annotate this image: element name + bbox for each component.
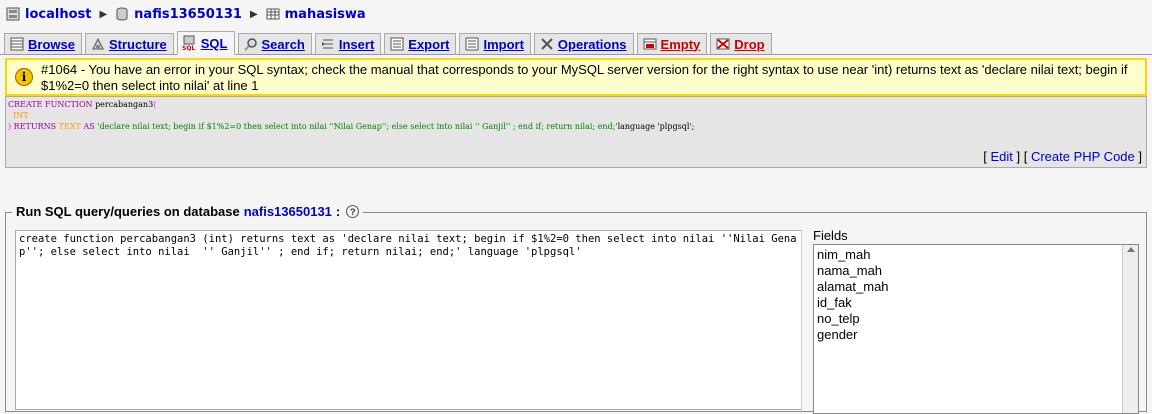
tab-drop-label: Drop (734, 36, 765, 52)
fields-label: Fields (813, 228, 848, 243)
svg-text:SQL: SQL (182, 45, 195, 51)
warning-icon: i (15, 68, 33, 86)
scroll-up-icon[interactable] (1127, 247, 1135, 252)
sql-type: INT (13, 111, 29, 120)
export-icon (389, 36, 405, 52)
error-text: #1064 - You have an error in your SQL sy… (41, 62, 1128, 93)
fields-listbox[interactable]: nim_mah nama_mah alamat_mah id_fak no_te… (813, 244, 1139, 414)
sql-code: CREATE FUNCTION percabangan3( INT ) RETU… (6, 97, 1146, 134)
tab-operations[interactable]: Operations (533, 33, 634, 55)
field-item[interactable]: id_fak (817, 295, 1135, 311)
field-item[interactable]: alamat_mah (817, 279, 1135, 295)
breadcrumb-table-label: mahasiswa (284, 6, 366, 22)
tab-structure-label: Structure (108, 36, 167, 52)
tab-browse-label: Browse (28, 36, 75, 52)
import-icon (464, 36, 480, 52)
tab-structure[interactable]: Structure (84, 33, 174, 55)
tab-bar: Browse Structure SQL SQL Search Insert E… (4, 31, 772, 55)
sql-rest: language 'plpgsql'; (617, 122, 695, 131)
help-icon[interactable]: ? (346, 205, 360, 218)
sql-icon: SQL (182, 35, 198, 51)
database-icon (115, 7, 129, 21)
insert-icon (320, 36, 336, 52)
tab-search-label: Search (261, 36, 305, 52)
field-item[interactable]: gender (817, 327, 1135, 343)
empty-icon (642, 36, 658, 52)
field-item[interactable]: nama_mah (817, 263, 1135, 279)
tab-browse[interactable]: Browse (4, 33, 82, 55)
sql-keyword: CREATE FUNCTION (8, 100, 93, 109)
sql-paren: ( (153, 100, 157, 109)
structure-icon (90, 36, 106, 52)
legend-text: Run SQL query/queries on database (16, 204, 240, 219)
tab-export-label: Export (408, 36, 450, 52)
sql-type: TEXT (58, 122, 81, 131)
legend-database: nafis13650131 (243, 204, 332, 219)
tab-import[interactable]: Import (459, 33, 531, 55)
chevron-right-icon: ▶ (249, 8, 258, 20)
tab-empty[interactable]: Empty (636, 33, 708, 55)
drop-icon (715, 36, 731, 52)
sql-function-name: percabangan3 (95, 100, 154, 109)
breadcrumb-server[interactable]: localhost (6, 7, 91, 22)
breadcrumb-database-label: nafis13650131 (134, 6, 242, 22)
breadcrumb-table[interactable]: mahasiswa (266, 7, 366, 22)
operations-icon (539, 36, 555, 52)
tab-import-label: Import (483, 36, 524, 52)
breadcrumb: localhost ▶ nafis13650131 ▶ mahasiswa (6, 4, 366, 24)
tab-drop[interactable]: Drop (710, 33, 772, 55)
fields-scrollbar[interactable] (1122, 245, 1138, 413)
panel-legend: Run SQL query/queries on database nafis1… (12, 204, 364, 219)
edit-link[interactable]: Edit (990, 149, 1012, 164)
table-icon (266, 7, 280, 21)
sql-keyword: RETURNS (13, 122, 57, 131)
tab-export[interactable]: Export (384, 33, 457, 55)
error-message: i #1064 - You have an error in your SQL … (5, 58, 1147, 96)
tab-operations-label: Operations (557, 36, 627, 52)
tab-search[interactable]: Search (237, 33, 312, 55)
tab-insert-label: Insert (338, 36, 375, 52)
sql-string: 'declare nilai text; begin if $1%2=0 the… (97, 122, 618, 131)
sql-query-panel: Run SQL query/queries on database nafis1… (5, 204, 1147, 414)
tab-empty-label: Empty (660, 36, 701, 52)
sql-query-display: CREATE FUNCTION percabangan3( INT ) RETU… (5, 96, 1147, 168)
tab-sql-label: SQL (200, 35, 228, 51)
legend-colon: : (335, 204, 341, 219)
breadcrumb-database[interactable]: nafis13650131 (115, 7, 242, 22)
chevron-right-icon: ▶ (99, 8, 108, 20)
server-icon (6, 7, 20, 21)
field-item[interactable]: no_telp (817, 311, 1135, 327)
search-icon (243, 36, 259, 52)
sql-paren: ) (8, 122, 12, 131)
tab-sql[interactable]: SQL SQL (176, 31, 235, 55)
sql-keyword: AS (83, 122, 95, 131)
sql-links: [ Edit ] [ Create PHP Code ] (983, 149, 1142, 164)
breadcrumb-server-label: localhost (25, 6, 92, 22)
create-php-code-link[interactable]: Create PHP Code (1031, 149, 1135, 164)
tab-insert[interactable]: Insert (314, 33, 382, 55)
browse-icon (9, 36, 25, 52)
sql-query-textarea[interactable]: create function percabangan3 (int) retur… (15, 230, 802, 410)
field-item[interactable]: nim_mah (817, 247, 1135, 263)
